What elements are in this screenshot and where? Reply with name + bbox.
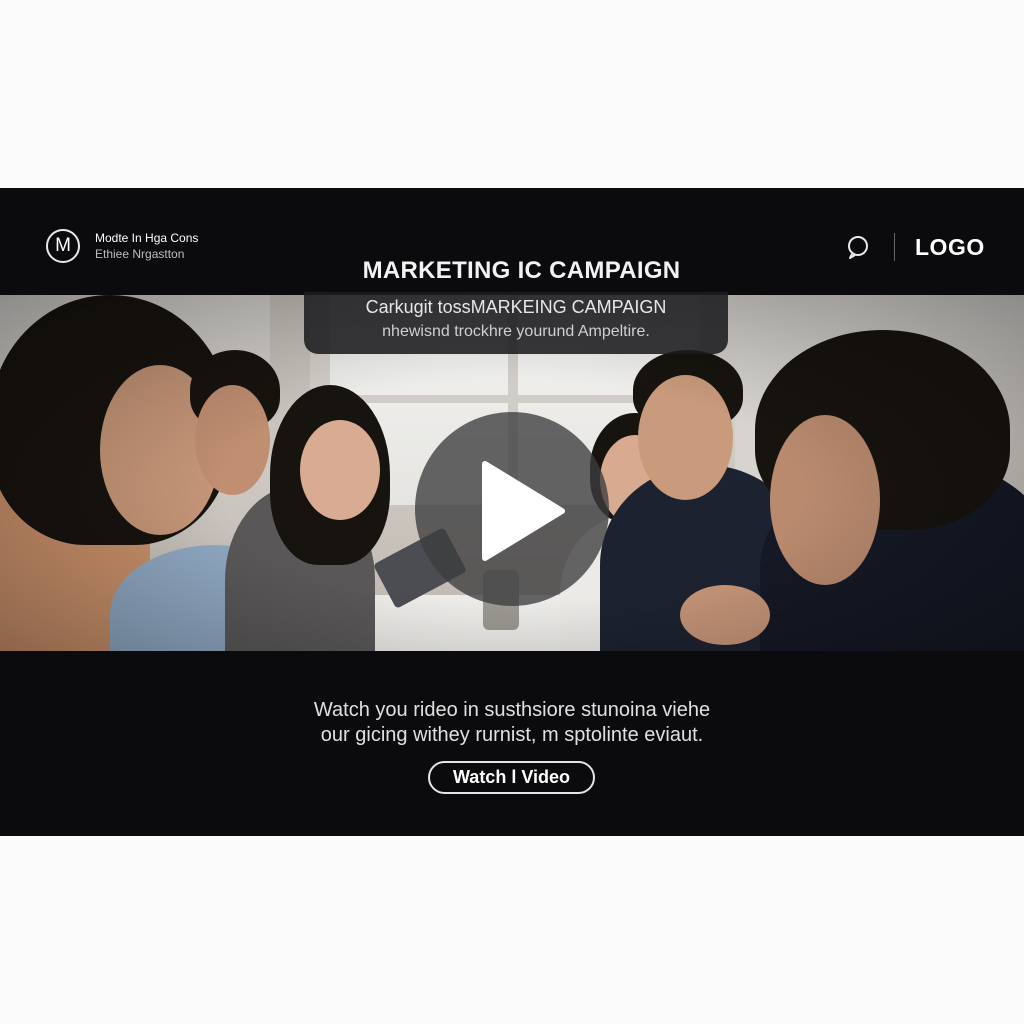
title-card-line2: nhewisnd trockhre yourund Ampeltire. <box>382 323 650 340</box>
description-line2: our gicing withey rurnist, m sptolinte e… <box>320 724 704 746</box>
page-title: MARKETING IC CAMPAIGN <box>362 257 681 284</box>
play-button[interactable] <box>415 412 609 606</box>
title-card: Carkugit tossMARKEING CAMPAIGN nhewisnd … <box>304 292 728 354</box>
video-banner: M Modte In Hga Cons Ethiee Nrgastton LOG… <box>0 188 1024 836</box>
title-card-line1: Carkugit tossMARKEING CAMPAIGN <box>365 297 667 317</box>
watch-video-button[interactable]: Watch l Video <box>428 761 595 794</box>
description-line1: Watch you rideo in susthsiore stunoina v… <box>313 699 711 721</box>
play-icon <box>482 461 565 561</box>
brand-name: Modte In Hga Cons <box>95 231 199 245</box>
search-icon[interactable] <box>846 235 870 259</box>
